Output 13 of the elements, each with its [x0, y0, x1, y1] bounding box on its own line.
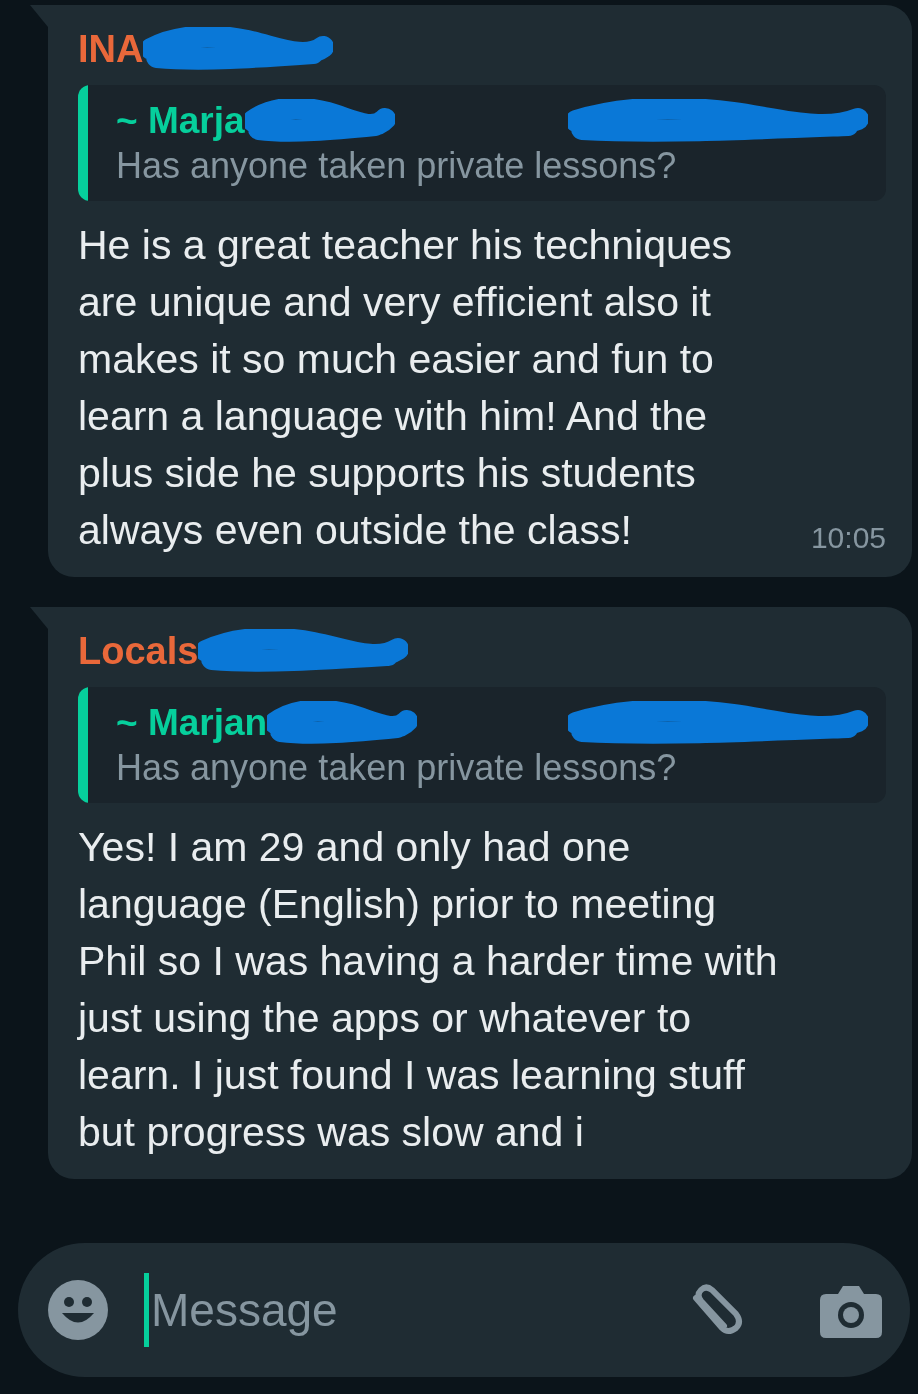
- quoted-text: Has anyone taken private lessons?: [116, 145, 678, 187]
- quoted-message[interactable]: ~ Marjan Has anyone taken private lessons?: [78, 687, 886, 803]
- quoted-author: ~ Marjan: [116, 702, 268, 744]
- message-time: 10:05: [810, 521, 886, 556]
- quoted-text: Has anyone taken private lessons?: [116, 747, 678, 789]
- quoted-author: ~ Marja: [116, 100, 245, 142]
- message-text: Yes! I am 29 and only had one language (English) prior to meeting Phil so I was having a harder time with just using the apps or whatever to learn. I just found I was learning stuff but progress was slow and i: [78, 823, 779, 1157]
- message-text: He is a great teacher his techniques are unique and very efficient also it makes it so much easier and fun to learn a language with him! And the plus side he supports his students always even outside the class!: [78, 221, 734, 555]
- message-input[interactable]: Message: [151, 1283, 686, 1337]
- sender-name: Locals: [78, 629, 199, 673]
- sender-name: INA: [78, 27, 144, 71]
- quoted-message[interactable]: ~ Marja Has anyone taken private lessons?: [78, 85, 886, 201]
- emoji-icon[interactable]: [48, 1280, 108, 1340]
